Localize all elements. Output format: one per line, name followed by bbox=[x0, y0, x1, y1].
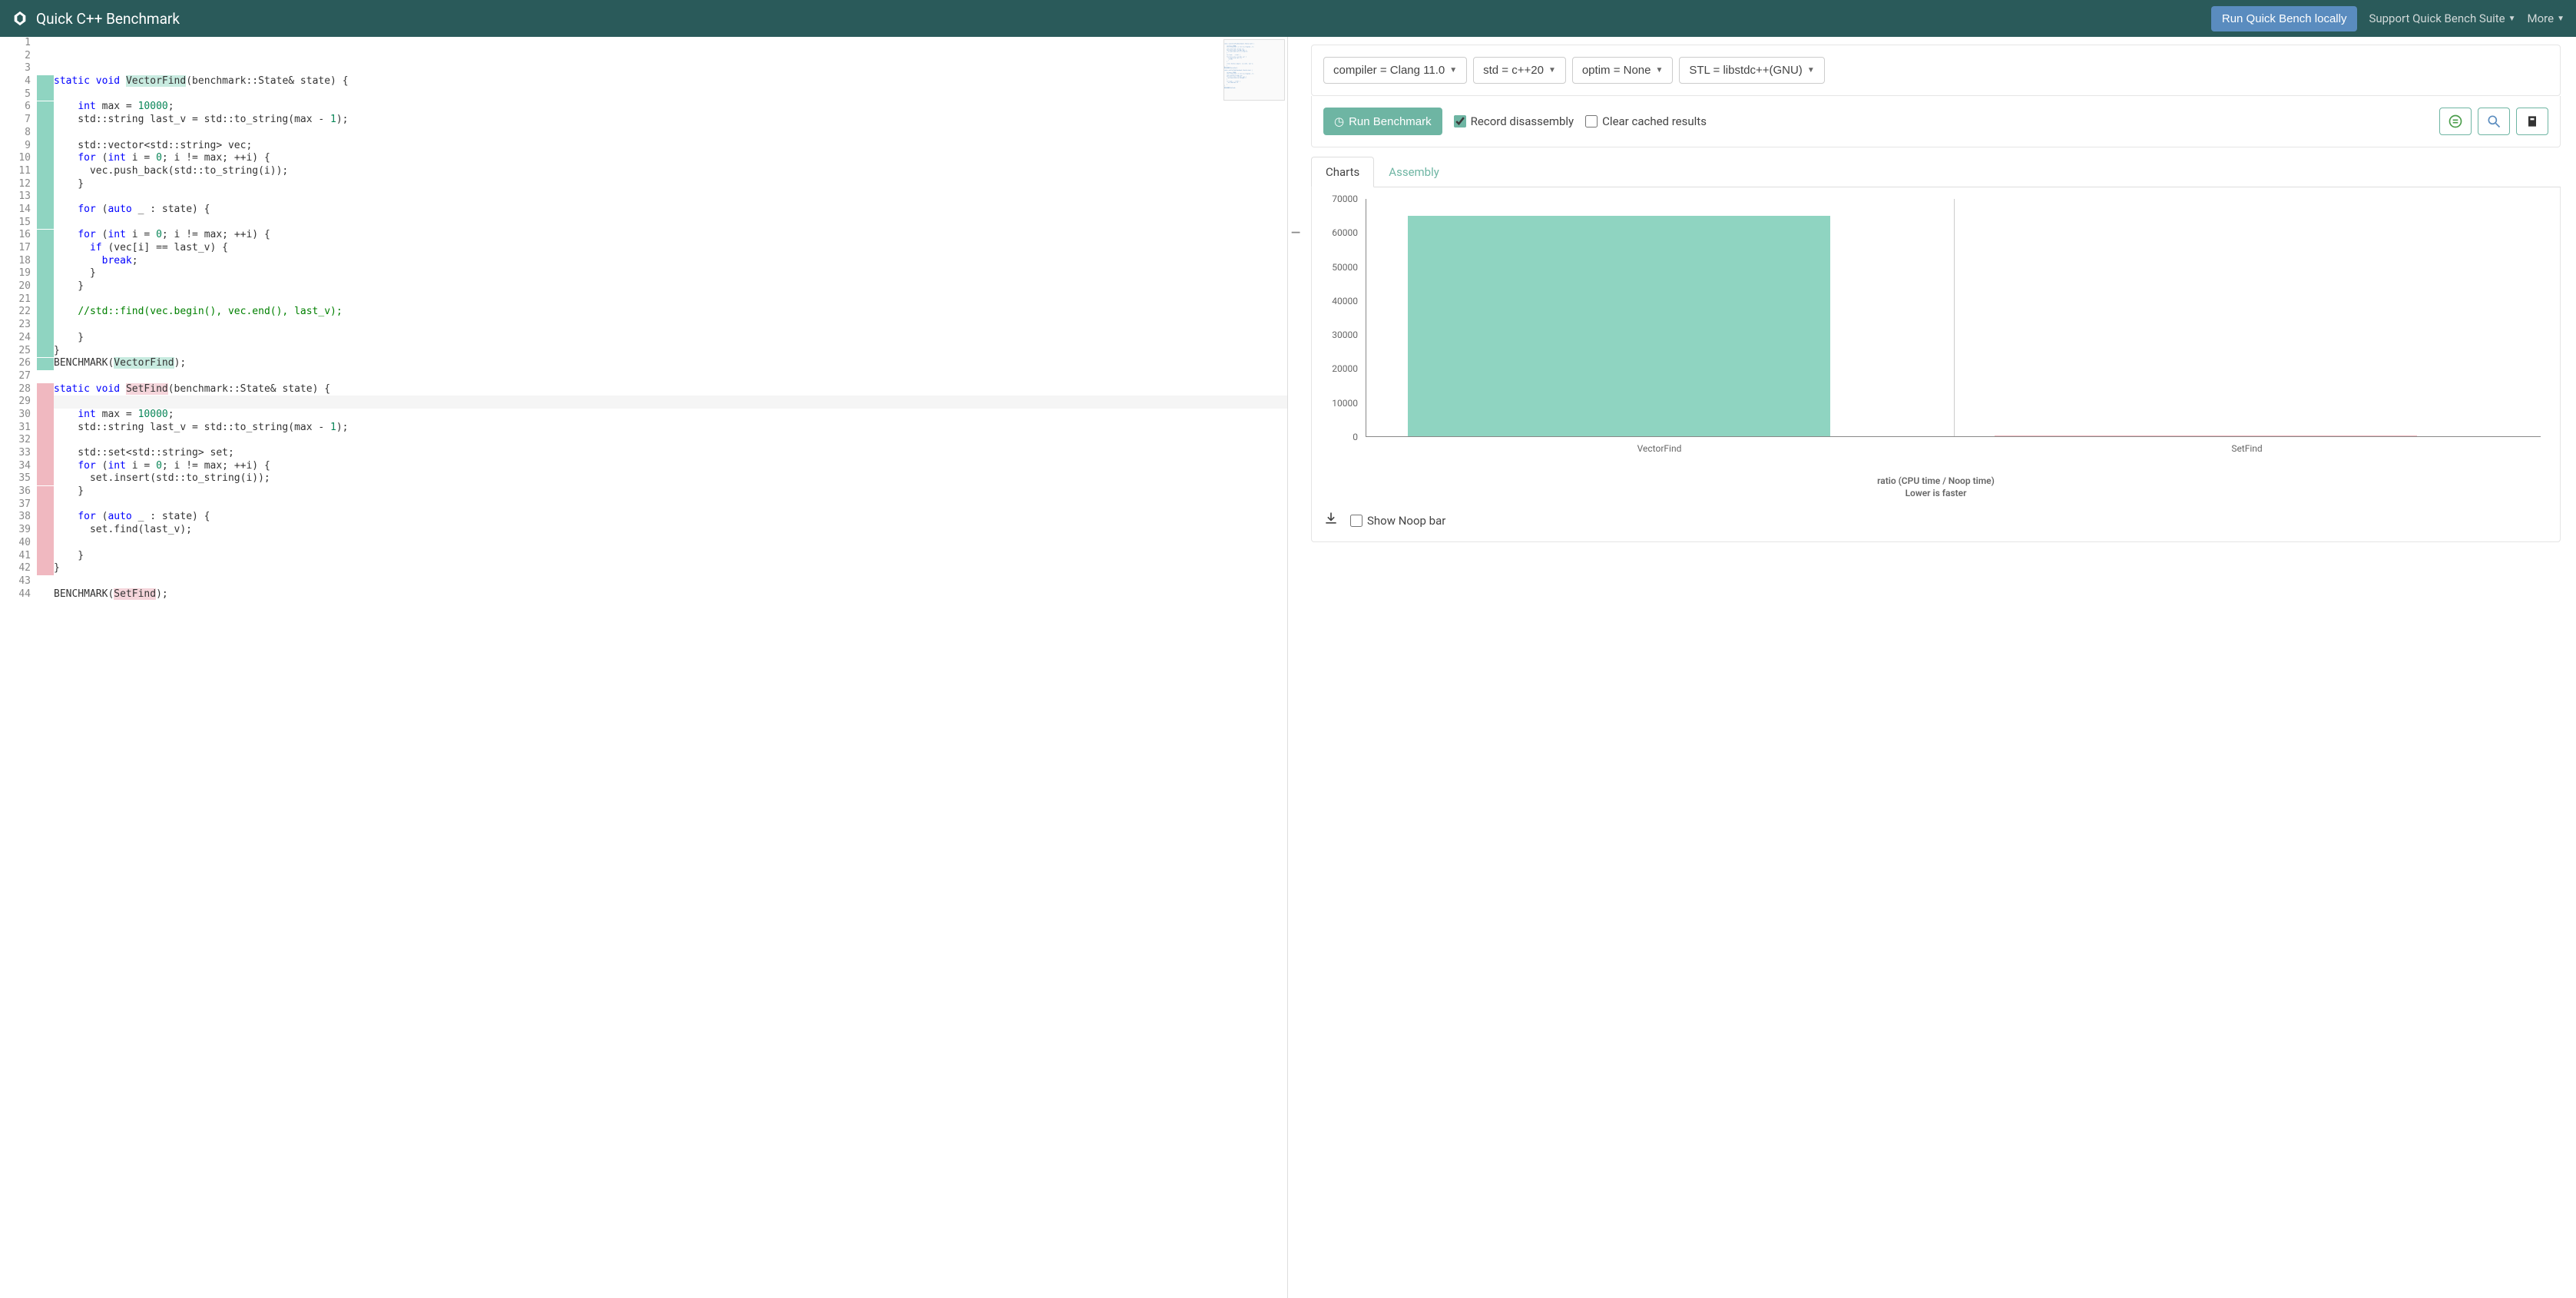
code-line[interactable]: for (int i = 0; i != max; ++i) { bbox=[37, 152, 1287, 165]
compiler-explorer-button[interactable] bbox=[2439, 108, 2472, 135]
code-line[interactable] bbox=[37, 62, 1287, 75]
code-line[interactable] bbox=[37, 370, 1287, 383]
record-disassembly-checkbox[interactable]: Record disassembly bbox=[1454, 114, 1574, 128]
code-line[interactable] bbox=[37, 575, 1287, 588]
chevron-down-icon: ▼ bbox=[1807, 66, 1815, 75]
build-bench-button[interactable] bbox=[2516, 108, 2548, 135]
code-line[interactable]: BENCHMARK(VectorFind); bbox=[37, 357, 1287, 370]
code-line[interactable]: set.find(last_v); bbox=[37, 524, 1287, 537]
code-line[interactable]: std::vector<std::string> vec; bbox=[37, 140, 1287, 153]
code-line[interactable]: break; bbox=[37, 255, 1287, 268]
code-line[interactable] bbox=[37, 498, 1287, 512]
code-line[interactable]: } bbox=[37, 332, 1287, 345]
code-line[interactable]: int max = 10000; bbox=[37, 409, 1287, 422]
code-line[interactable]: } bbox=[37, 178, 1287, 191]
header: Quick C++ Benchmark Run Quick Bench loca… bbox=[0, 0, 2576, 37]
code-line[interactable]: for (int i = 0; i != max; ++i) { bbox=[37, 460, 1287, 473]
code-editor[interactable]: 1234567891011121314151617181920212223242… bbox=[0, 37, 1288, 1298]
download-icon[interactable] bbox=[1323, 511, 1339, 530]
code-line[interactable]: std::string last_v = std::to_string(max … bbox=[37, 422, 1287, 435]
logo-icon bbox=[12, 10, 28, 27]
code-line[interactable]: } bbox=[37, 345, 1287, 358]
chart-caption: ratio (CPU time / Noop time) Lower is fa… bbox=[1323, 475, 2548, 499]
code-line[interactable]: for (auto _ : state) { bbox=[37, 511, 1287, 524]
chart: 010000200003000040000500006000070000 Vec… bbox=[1362, 199, 2548, 437]
clear-cache-checkbox[interactable]: Clear cached results bbox=[1585, 114, 1707, 128]
run-locally-button[interactable]: Run Quick Bench locally bbox=[2211, 6, 2358, 31]
chart-panel: 010000200003000040000500006000070000 Vec… bbox=[1311, 187, 2561, 542]
optim-dropdown[interactable]: optim = None▼ bbox=[1572, 57, 1674, 84]
action-row: ◷ Run Benchmark Record disassembly Clear… bbox=[1311, 96, 2561, 147]
std-dropdown[interactable]: std = c++20▼ bbox=[1473, 57, 1566, 84]
code-line[interactable]: //std::find(vec.begin(), vec.end(), last… bbox=[37, 306, 1287, 319]
code-line[interactable]: static void VectorFind(benchmark::State&… bbox=[37, 75, 1287, 88]
code-line[interactable] bbox=[37, 37, 1287, 50]
code-line[interactable] bbox=[37, 396, 1287, 409]
chart-bar bbox=[1408, 216, 1830, 436]
chevron-down-icon: ▼ bbox=[2557, 15, 2564, 23]
chart-bar bbox=[1995, 435, 2417, 436]
show-noop-checkbox[interactable]: Show Noop bar bbox=[1350, 514, 1445, 528]
code-line[interactable]: std::set<std::string> set; bbox=[37, 447, 1287, 460]
code-line[interactable]: BENCHMARK(SetFind); bbox=[37, 588, 1287, 601]
code-line[interactable]: int max = 10000; bbox=[37, 101, 1287, 114]
code-line[interactable]: } bbox=[37, 562, 1287, 575]
code-line[interactable]: std::string last_v = std::to_string(max … bbox=[37, 114, 1287, 127]
code-line[interactable] bbox=[37, 293, 1287, 306]
code-line[interactable] bbox=[37, 434, 1287, 447]
chevron-down-icon: ▼ bbox=[1548, 66, 1556, 75]
code-line[interactable]: } bbox=[37, 280, 1287, 293]
code-line[interactable]: } bbox=[37, 550, 1287, 563]
code-line[interactable]: if (vec[i] == last_v) { bbox=[37, 242, 1287, 255]
support-link[interactable]: Support Quick Bench Suite▼ bbox=[2369, 12, 2515, 25]
code-line[interactable]: for (int i = 0; i != max; ++i) { bbox=[37, 229, 1287, 242]
pane-splitter[interactable]: — bbox=[1288, 37, 1303, 1298]
code-line[interactable] bbox=[37, 319, 1287, 332]
stl-dropdown[interactable]: STL = libstdc++(GNU)▼ bbox=[1679, 57, 1824, 84]
code-line[interactable]: vec.push_back(std::to_string(i)); bbox=[37, 165, 1287, 178]
minimap[interactable]: static void VectorFind(benchmark::State&… bbox=[1223, 39, 1285, 101]
code-line[interactable]: set.insert(std::to_string(i)); bbox=[37, 472, 1287, 485]
code-line[interactable] bbox=[37, 190, 1287, 204]
compiler-dropdown[interactable]: compiler = Clang 11.0▼ bbox=[1323, 57, 1467, 84]
code-line[interactable] bbox=[37, 50, 1287, 63]
tab-assembly[interactable]: Assembly bbox=[1374, 157, 1454, 187]
code-line[interactable] bbox=[37, 537, 1287, 550]
more-link[interactable]: More▼ bbox=[2528, 12, 2564, 25]
code-line[interactable] bbox=[37, 127, 1287, 140]
code-line[interactable] bbox=[37, 217, 1287, 230]
code-line[interactable] bbox=[37, 88, 1287, 101]
clock-icon: ◷ bbox=[1334, 114, 1344, 128]
cpp-insights-button[interactable] bbox=[2478, 108, 2510, 135]
code-line[interactable]: } bbox=[37, 485, 1287, 498]
app-title: Quick C++ Benchmark bbox=[36, 10, 180, 28]
result-tabs: Charts Assembly bbox=[1311, 157, 2561, 187]
chevron-down-icon: ▼ bbox=[1655, 66, 1663, 75]
chevron-down-icon: ▼ bbox=[1449, 66, 1457, 75]
chevron-down-icon: ▼ bbox=[2508, 15, 2516, 23]
run-benchmark-button[interactable]: ◷ Run Benchmark bbox=[1323, 108, 1442, 135]
code-line[interactable]: } bbox=[37, 267, 1287, 280]
code-line[interactable]: static void SetFind(benchmark::State& st… bbox=[37, 383, 1287, 396]
config-row: compiler = Clang 11.0▼ std = c++20▼ opti… bbox=[1311, 45, 2561, 96]
code-line[interactable]: for (auto _ : state) { bbox=[37, 204, 1287, 217]
tab-charts[interactable]: Charts bbox=[1311, 157, 1374, 187]
